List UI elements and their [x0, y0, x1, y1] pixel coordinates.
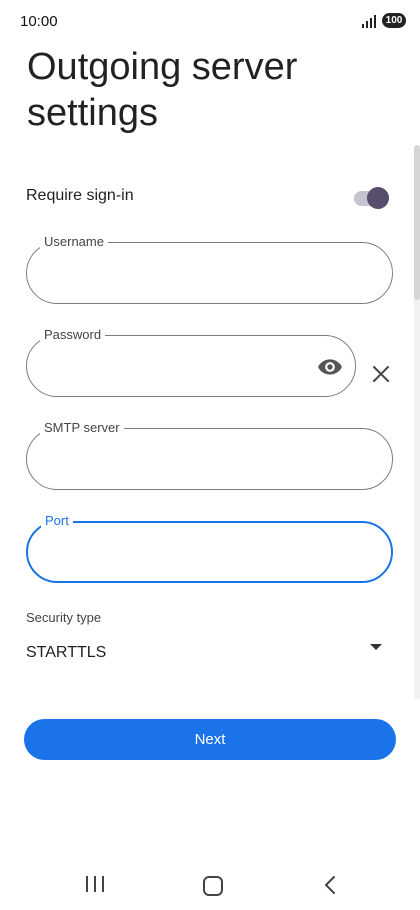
password-field[interactable]: Password	[26, 327, 356, 397]
require-signin-toggle[interactable]	[352, 185, 392, 211]
toggle-thumb	[367, 187, 389, 209]
security-type-label: Security type	[26, 610, 102, 625]
username-label: Username	[40, 234, 108, 250]
require-signin-label: Require sign-in	[26, 187, 134, 204]
page-title: Outgoing server settings	[27, 46, 298, 134]
battery-indicator: 100	[382, 13, 406, 28]
home-icon[interactable]	[203, 876, 223, 896]
scrollbar-thumb[interactable]	[414, 145, 420, 300]
back-icon[interactable]	[323, 875, 337, 895]
port-field[interactable]: Port	[26, 513, 393, 583]
status-time: 10:00	[20, 13, 58, 30]
dropdown-arrow-icon[interactable]	[370, 644, 382, 650]
close-icon[interactable]	[369, 362, 393, 386]
smtp-server-label: SMTP server	[40, 420, 124, 436]
signal-icon	[362, 15, 378, 28]
security-type-select[interactable]: STARTTLS	[26, 644, 106, 662]
port-label: Port	[41, 513, 73, 529]
next-button[interactable]: Next	[24, 719, 396, 760]
eye-icon[interactable]	[317, 354, 343, 380]
password-label: Password	[40, 327, 106, 343]
username-field[interactable]: Username	[26, 234, 393, 304]
recents-icon[interactable]	[86, 876, 104, 892]
smtp-server-field[interactable]: SMTP server	[26, 420, 393, 490]
